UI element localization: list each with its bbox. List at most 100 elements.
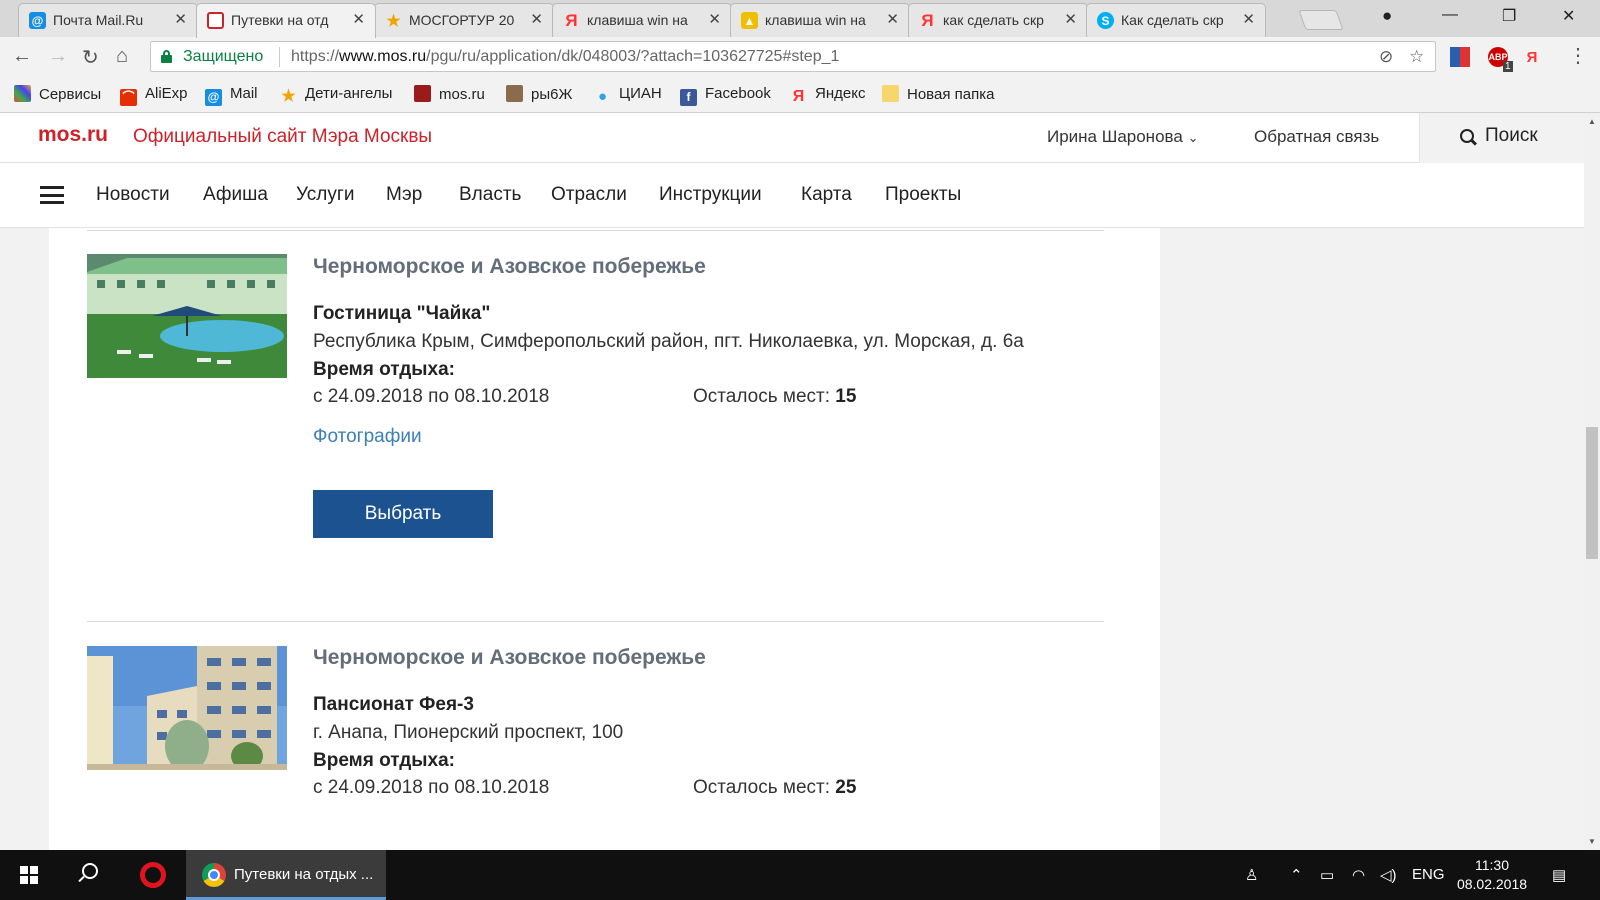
hotel-photo[interactable] (87, 646, 287, 770)
browser-toolbar: ← → ↻ ⌂ Защищено https://www.mos.ru/pgu/… (0, 37, 1600, 76)
opera-icon[interactable] (140, 862, 166, 888)
close-window-icon[interactable]: ✕ (1562, 6, 1575, 26)
close-icon[interactable]: ✕ (530, 10, 543, 28)
bookmark-ryb[interactable]: ры6Ж (506, 85, 572, 103)
bookmark-aliexp[interactable]: ⌒ AliExp (120, 85, 188, 106)
bookmark-yandex[interactable]: Я Яндекс (790, 85, 866, 105)
clock-time: 11:30 (1475, 857, 1509, 873)
secure-label: Защищено (183, 48, 264, 65)
bookmark-star-icon[interactable]: ☆ (1409, 47, 1424, 67)
listing-region: Черноморское и Азовское побережье (313, 646, 706, 669)
nav-news[interactable]: Новости (96, 184, 170, 206)
back-arrow-icon[interactable]: ← (12, 45, 32, 68)
mail-at-icon: @ (29, 12, 46, 29)
close-icon[interactable]: ✕ (886, 10, 899, 28)
bookmark-services[interactable]: Сервисы (14, 85, 101, 103)
home-icon[interactable]: ⌂ (116, 45, 128, 68)
hotel-photo[interactable] (87, 254, 287, 378)
tab-mail[interactable]: @ Почта Mail.Ru ✕ (18, 3, 198, 37)
listings-panel: Черноморское и Азовское побережье Гостин… (49, 228, 1160, 850)
divider (87, 230, 1104, 231)
rest-time-label: Время отдыха: (313, 359, 455, 380)
photos-link[interactable]: Фотографии (313, 426, 422, 448)
scroll-thumb[interactable] (1586, 427, 1598, 559)
notifications-icon[interactable]: ▤ (1552, 866, 1566, 884)
taskbar-chrome-window[interactable]: Путевки на отдых ... (186, 850, 386, 900)
site-logo[interactable]: mos.ru (38, 123, 108, 147)
close-icon[interactable]: ✕ (708, 10, 721, 28)
main-nav: Новости Афиша Услуги Мэр Власть Отрасли … (0, 163, 1584, 228)
minimize-icon[interactable]: — (1442, 6, 1458, 24)
scroll-down-icon[interactable]: ▼ (1588, 837, 1596, 846)
bookmark-deti[interactable]: ★ Дети-ангелы (280, 85, 392, 105)
feedback-link[interactable]: Обратная связь (1254, 127, 1379, 147)
restore-icon[interactable]: ❐ (1502, 6, 1516, 26)
menu-icon[interactable]: ⋮ (1568, 43, 1588, 68)
close-icon[interactable]: ✕ (174, 10, 187, 28)
wifi-icon[interactable]: ◠ (1352, 866, 1365, 884)
nav-branches[interactable]: Отрасли (551, 184, 627, 206)
adblock-count-badge: 1 (1503, 61, 1513, 72)
nav-afisha[interactable]: Афиша (203, 184, 268, 206)
clock-date: 08.02.2018 (1456, 876, 1528, 892)
bookmark-mail[interactable]: @ Mail (205, 85, 258, 106)
bookmark-facebook[interactable]: f Facebook (680, 85, 771, 106)
bookmark-new-folder[interactable]: Новая папка (882, 85, 994, 103)
user-menu[interactable]: Ирина Шаронова ⌄ (1047, 127, 1198, 147)
nav-mayor[interactable]: Мэр (386, 184, 422, 206)
yandex-extension-icon[interactable]: Я (1522, 47, 1542, 67)
site-search-button[interactable]: Поиск (1419, 113, 1584, 163)
people-icon[interactable]: ♙ (1245, 866, 1258, 884)
taskbar-search-icon[interactable] (82, 863, 98, 879)
tray-chevron-up-icon[interactable]: ⌃ (1290, 866, 1303, 884)
tab-yandex-images[interactable]: ▲ клавиша win на ✕ (730, 3, 910, 37)
profile-icon[interactable]: ● (1382, 6, 1392, 26)
page-scrollbar[interactable]: ▲ ▼ (1584, 113, 1600, 850)
choose-button[interactable]: Выбрать (313, 490, 493, 538)
extension-icon[interactable] (1450, 47, 1470, 67)
tab-title: клавиша win на (587, 12, 688, 28)
taskbar-clock[interactable]: 11:30 08.02.2018 (1452, 856, 1532, 894)
facebook-icon: f (680, 89, 697, 106)
close-icon[interactable]: ✕ (352, 10, 365, 28)
bookmarks-bar: Сервисы ⌒ AliExp @ Mail ★ Дети-ангелы mos.r… (0, 76, 1600, 113)
hotel-pool-image (87, 254, 287, 378)
site-header: mos.ru Официальный сайт Мэра Москвы Ирин… (0, 113, 1584, 163)
translate-icon[interactable]: ⊘ (1379, 47, 1393, 67)
address-bar[interactable]: Защищено https://www.mos.ru/pgu/ru/appli… (150, 41, 1436, 72)
tab-mosgortur[interactable]: ★ МОСГОРТУР 20 ✕ (374, 3, 554, 37)
star-icon: ★ (281, 88, 296, 105)
nav-projects[interactable]: Проекты (885, 184, 961, 206)
volume-icon[interactable]: ◁) (1380, 866, 1397, 884)
tab-title: Путевки на отд (231, 12, 329, 28)
bookmark-cian[interactable]: ● ЦИАН (594, 85, 662, 105)
nav-services[interactable]: Услуги (296, 184, 354, 206)
close-icon[interactable]: ✕ (1242, 10, 1255, 28)
folder-icon (882, 85, 899, 102)
mosru-page-icon (207, 12, 224, 29)
nav-instructions[interactable]: Инструкции (659, 184, 762, 206)
nav-power[interactable]: Власть (459, 184, 521, 206)
chevron-down-icon: ⌄ (1187, 130, 1199, 145)
scroll-up-icon[interactable]: ▲ (1588, 117, 1596, 126)
nav-map[interactable]: Карта (801, 184, 852, 206)
reload-icon[interactable]: ↻ (82, 45, 99, 70)
yandex-icon: Я (565, 10, 578, 30)
new-tab-button[interactable] (1298, 10, 1344, 30)
url-text[interactable]: https://www.mos.ru/pgu/ru/application/dk… (291, 48, 839, 66)
close-icon[interactable]: ✕ (1064, 10, 1077, 28)
lock-icon (161, 50, 172, 63)
language-indicator[interactable]: ENG (1412, 866, 1445, 883)
tab-yandex-1[interactable]: Я клавиша win на ✕ (552, 3, 732, 37)
tab-title: Почта Mail.Ru (53, 12, 144, 28)
skype-icon: S (1097, 12, 1114, 29)
aliexpress-icon: ⌒ (120, 89, 137, 106)
bookmark-mosru[interactable]: mos.ru (414, 85, 485, 103)
forward-arrow-icon[interactable]: → (48, 45, 68, 68)
tab-skype[interactable]: S Как сделать скр ✕ (1086, 3, 1266, 37)
hamburger-menu-icon[interactable] (40, 186, 64, 204)
windows-start-icon[interactable] (20, 866, 38, 884)
tab-yandex-2[interactable]: Я как сделать скр ✕ (908, 3, 1088, 37)
battery-icon[interactable]: ▭ (1320, 866, 1334, 884)
tab-mosru-active[interactable]: Путевки на отд ✕ (196, 3, 376, 38)
